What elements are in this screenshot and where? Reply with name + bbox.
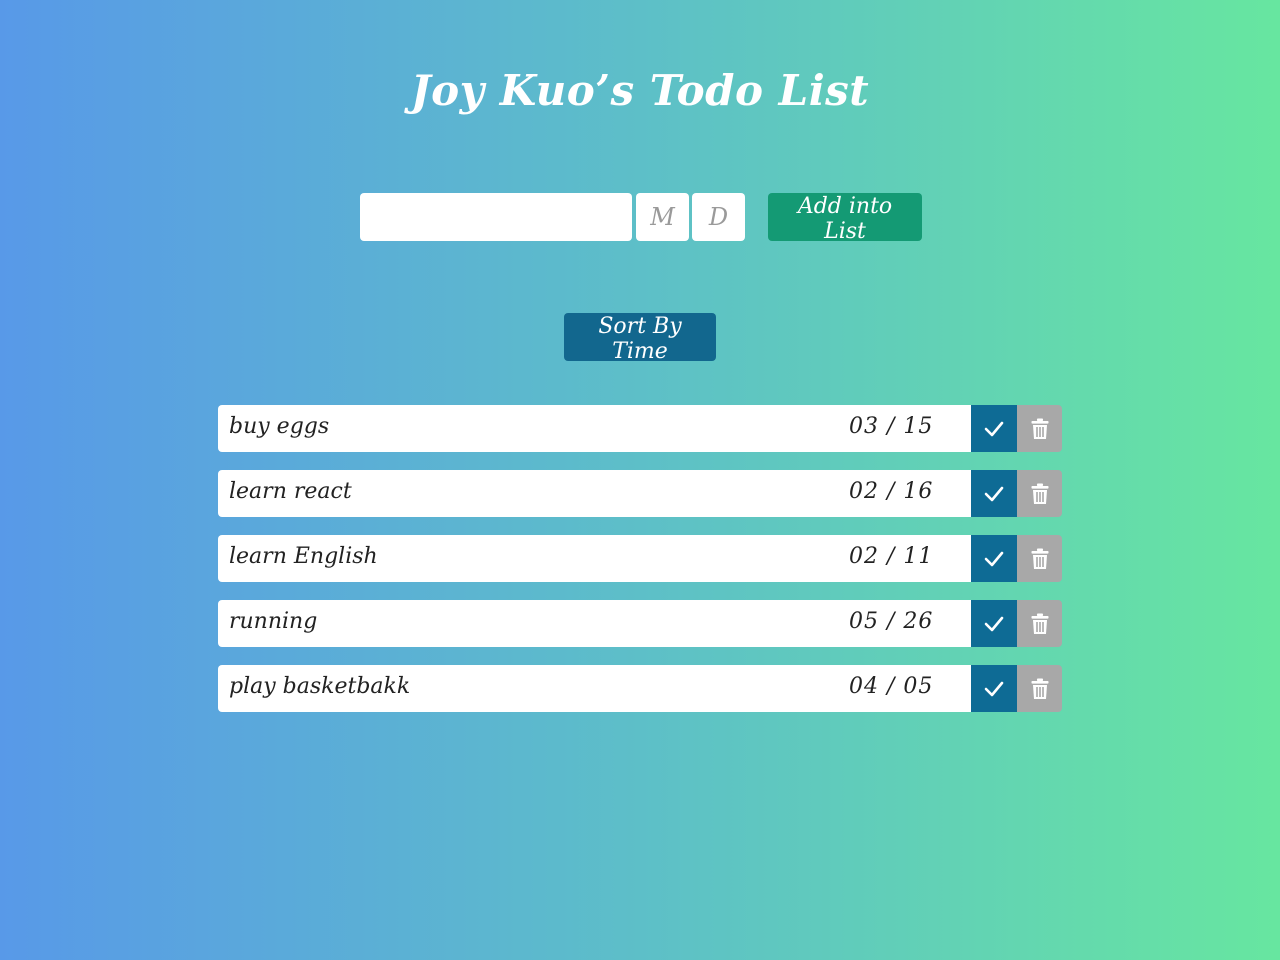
todo-date: 04 / 05	[849, 674, 934, 699]
trash-icon	[1031, 548, 1048, 569]
todo-item: running 05 / 26	[218, 600, 1062, 647]
delete-button[interactable]	[1017, 535, 1062, 582]
delete-button[interactable]	[1017, 405, 1062, 452]
done-button[interactable]	[971, 535, 1017, 582]
todo-list: buy eggs 03 / 15 learn react 02 / 16 lea…	[218, 405, 1062, 730]
todo-item-body: learn react 02 / 16	[218, 470, 971, 517]
trash-icon	[1031, 678, 1048, 699]
done-button[interactable]	[971, 405, 1017, 452]
done-button[interactable]	[971, 470, 1017, 517]
delete-button[interactable]	[1017, 600, 1062, 647]
todo-item-body: learn English 02 / 11	[218, 535, 971, 582]
todo-text: buy eggs	[229, 414, 330, 439]
todo-text: learn react	[229, 479, 352, 504]
add-into-list-button[interactable]: Add into List	[768, 193, 922, 244]
check-icon	[984, 551, 1004, 566]
todo-item: learn English 02 / 11	[218, 535, 1062, 582]
todo-date: 02 / 11	[849, 544, 934, 569]
todo-input[interactable]	[360, 193, 632, 241]
todo-item-body: buy eggs 03 / 15	[218, 405, 971, 452]
todo-text: running	[229, 609, 318, 634]
todo-item: play basketbakk 04 / 05	[218, 665, 1062, 712]
check-icon	[984, 616, 1004, 631]
todo-text: play basketbakk	[229, 674, 411, 699]
trash-icon	[1031, 418, 1048, 439]
todo-item-body: running 05 / 26	[218, 600, 971, 647]
sort-by-time-button[interactable]: Sort By Time	[564, 313, 716, 364]
day-input[interactable]	[692, 193, 745, 241]
done-button[interactable]	[971, 600, 1017, 647]
check-icon	[984, 421, 1004, 436]
todo-item: learn react 02 / 16	[218, 470, 1062, 517]
todo-date: 02 / 16	[849, 479, 934, 504]
delete-button[interactable]	[1017, 665, 1062, 712]
delete-button[interactable]	[1017, 470, 1062, 517]
done-button[interactable]	[971, 665, 1017, 712]
trash-icon	[1031, 483, 1048, 504]
trash-icon	[1031, 613, 1048, 634]
month-input[interactable]	[636, 193, 689, 241]
todo-item-body: play basketbakk 04 / 05	[218, 665, 971, 712]
check-icon	[984, 681, 1004, 696]
check-icon	[984, 486, 1004, 501]
todo-date: 03 / 15	[849, 414, 934, 439]
todo-date: 05 / 26	[849, 609, 934, 634]
page-title: Joy Kuo’s Todo List	[410, 66, 870, 115]
todo-item: buy eggs 03 / 15	[218, 405, 1062, 452]
todo-text: learn English	[229, 544, 378, 569]
